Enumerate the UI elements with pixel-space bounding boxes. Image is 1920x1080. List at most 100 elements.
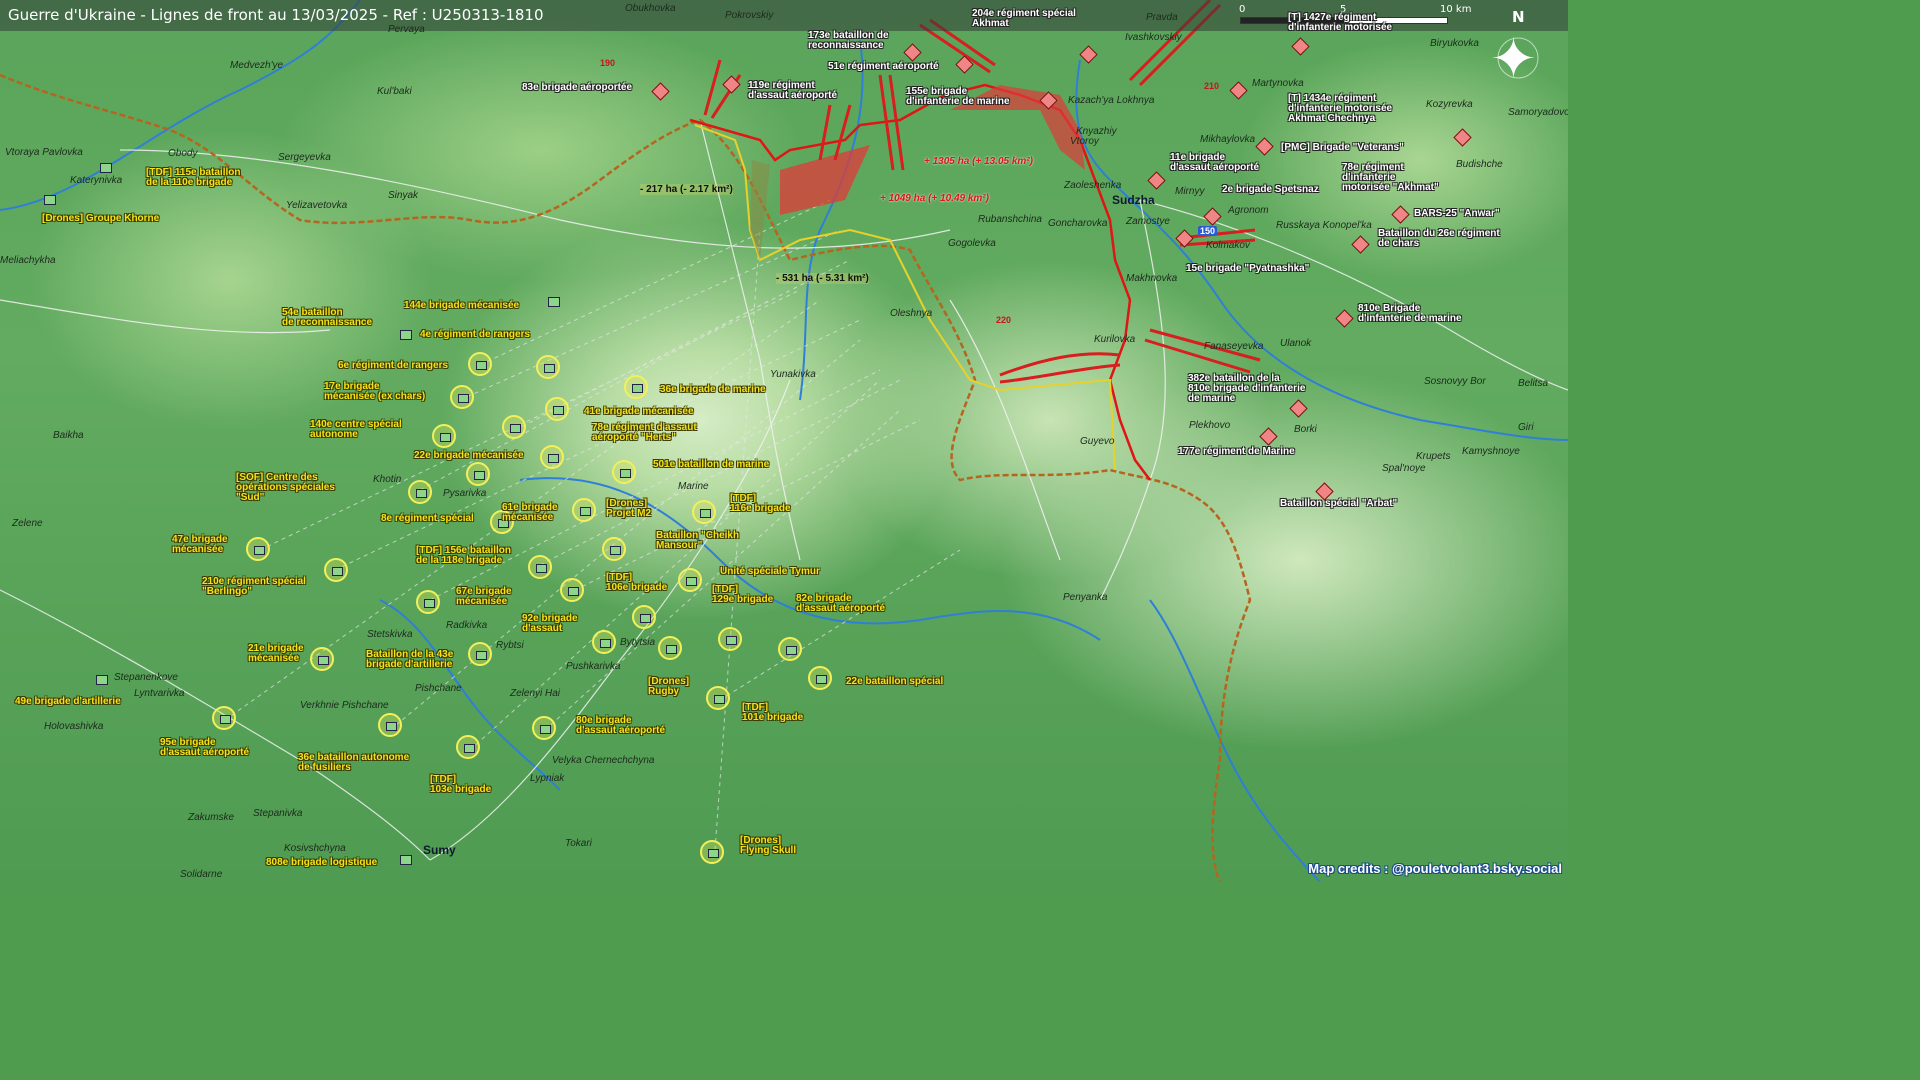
- town-label: Fanaseyevka: [1204, 341, 1264, 352]
- ukrainian-unit-marker-icon: [592, 630, 616, 654]
- town-label: Rubanshchina: [978, 214, 1042, 225]
- ukrainian-unit-marker-icon: [450, 385, 474, 409]
- road-number: 210: [1204, 81, 1220, 91]
- ukrainian-unit-label: [Drones] Flying Skull: [740, 835, 797, 856]
- town-label: Yelizavetovka: [286, 200, 348, 211]
- russian-unit-label: [PMC] Brigade "Veterans": [1281, 142, 1404, 153]
- town-label: Belitsa: [1518, 378, 1549, 389]
- ukrainian-unit-label: 6e régiment de rangers: [338, 360, 449, 371]
- ukrainian-unit-marker-icon: [692, 500, 716, 524]
- ukrainian-unit-marker-icon: [532, 716, 556, 740]
- gain-label: + 1305 ha (+ 13.05 km²): [924, 156, 1033, 167]
- town-label: Solidarne: [180, 869, 223, 880]
- ukrainian-unit-label: Bataillon de la 43e brigade d'artillerie: [366, 649, 454, 670]
- ukrainian-unit-label: 17e brigade mécanisée (ex chars): [324, 381, 426, 402]
- ukrainian-unit-label: 67e brigade mécanisée: [456, 586, 512, 607]
- ukrainian-unit-label: [TDF] 103e brigade: [430, 774, 492, 795]
- ukrainian-unit-label: 4e régiment de rangers: [420, 329, 531, 340]
- town-label: Zelenyi Hai: [510, 688, 561, 699]
- town-label: Kurilovka: [1094, 334, 1136, 345]
- town-label: Khotin: [373, 474, 402, 485]
- town-label: Obukhovka: [625, 3, 676, 14]
- town-label: Lyntvarivka: [134, 688, 185, 699]
- ukrainian-unit-marker-icon: [540, 445, 564, 469]
- scale-label-0: 0: [1239, 4, 1246, 15]
- ukrainian-unit-marker-icon: [246, 537, 270, 561]
- ukrainian-unit-marker-icon: [212, 706, 236, 730]
- russian-unit-label: 119e régiment d'assaut aéroporté: [748, 80, 838, 101]
- ukrainian-unit-flag-icon: [400, 855, 412, 865]
- ukrainian-unit-label: 95e brigade d'assaut aéroporté: [160, 737, 250, 758]
- ukrainian-unit-label: 80e brigade d'assaut aéroporté: [576, 715, 666, 736]
- russian-unit-label: 2e brigade Spetsnaz: [1222, 184, 1319, 195]
- ukrainian-unit-marker-icon: [408, 480, 432, 504]
- town-label: Zelene: [12, 518, 43, 529]
- town-label: Giri: [1518, 422, 1534, 433]
- ukrainian-unit-marker-icon: [572, 498, 596, 522]
- town-label: Ivashkovskiy: [1125, 32, 1182, 43]
- map-credits: Map credits : @pouletvolant3.bsky.social: [1308, 861, 1562, 876]
- ukrainian-gain-area-west: [750, 160, 770, 260]
- ukrainian-unit-label: [TDF] 129e brigade: [712, 584, 774, 605]
- ukrainian-unit-flag-icon: [44, 195, 56, 205]
- ukrainian-unit-label: 8e régiment spécial: [381, 513, 474, 524]
- ukrainian-unit-label: 210e régiment spécial "Berlingo": [202, 576, 306, 597]
- ukrainian-unit-label: 144e brigade mécanisée: [404, 300, 520, 311]
- russian-unit-label: [T] 1434e régiment d'infanterie motorisé…: [1288, 93, 1393, 124]
- ukrainian-unit-label: 49e brigade d'artillerie: [15, 696, 121, 707]
- town-label: Meliachykha: [0, 255, 56, 266]
- ukrainian-unit-marker-icon: [310, 647, 334, 671]
- compass-rose-icon: ✦: [1490, 27, 1537, 92]
- loss-label: - 531 ha (- 5.31 km²): [776, 273, 869, 284]
- road-number: 220: [996, 315, 1012, 325]
- russian-unit-label: 177e régiment de Marine: [1178, 446, 1295, 457]
- town-label: Pysarivka: [443, 488, 487, 499]
- ukrainian-unit-label: 22e bataillon spécial: [846, 676, 944, 687]
- ukrainian-unit-label: 92e brigade d'assaut: [522, 613, 578, 634]
- russian-unit-label: BARS-25 "Anwar": [1414, 208, 1500, 219]
- russian-unit-label: 173e bataillon de reconnaissance: [808, 30, 889, 51]
- town-label: Kamyshnoye: [1462, 446, 1520, 457]
- town-label: Pushkarivka: [566, 661, 621, 672]
- loss-label: - 217 ha (- 2.17 km²): [640, 184, 733, 195]
- ukrainian-unit-marker-icon: [678, 568, 702, 592]
- ukrainian-unit-flag-icon: [400, 330, 412, 340]
- town-label: Plekhovo: [1189, 420, 1231, 431]
- ukrainian-unit-label: 78e régiment d'assaut aéroporté "Herts": [592, 422, 697, 443]
- town-label: Spal'noye: [1382, 463, 1426, 474]
- town-label: Tokari: [565, 838, 592, 849]
- scale-label-10: 10 km: [1440, 4, 1472, 15]
- town-label: Kolmakov: [1206, 240, 1250, 251]
- town-label: Pervaya: [388, 24, 425, 35]
- town-label: Borki: [1294, 424, 1317, 435]
- ukrainian-unit-marker-icon: [536, 355, 560, 379]
- russian-gain-area-west: [780, 145, 870, 215]
- russian-unit-label: 204e régiment spécial Akhmat: [972, 8, 1076, 29]
- town-label: Vtoraya Pavlovka: [5, 147, 83, 158]
- town-label: Gogolevka: [948, 238, 996, 249]
- town-label: Stetskivka: [367, 629, 413, 640]
- town-label: Sosnovyy Bor: [1424, 376, 1486, 387]
- town-label: Stepanivka: [253, 808, 303, 819]
- town-label: Holovashivka: [44, 721, 104, 732]
- russian-unit-label: 382e bataillon de la 810e brigade d'infa…: [1188, 373, 1306, 404]
- town-label: Kazach'ya Lokhnya: [1068, 95, 1155, 106]
- ukrainian-unit-marker-icon: [378, 713, 402, 737]
- ukrainian-unit-label: 501e bataillon de marine: [653, 459, 770, 470]
- town-label: Zakumske: [188, 812, 235, 823]
- town-label: Zamostye: [1126, 216, 1170, 227]
- ukrainian-unit-marker-icon: [468, 352, 492, 376]
- ukrainian-unit-label: Unité spéciale Tymur: [720, 566, 820, 577]
- ukrainian-unit-marker-icon: [706, 686, 730, 710]
- russian-unit-label: 83e brigade aéroportée: [522, 82, 633, 93]
- town-label: Mirnyy: [1175, 186, 1205, 197]
- russian-unit-label: 810e Brigade d'infanterie de marine: [1358, 303, 1462, 324]
- ukrainian-unit-label: 21e brigade mécanisée: [248, 643, 304, 664]
- town-label: Rybtsi: [496, 640, 524, 651]
- town-label: Sinyak: [388, 190, 419, 201]
- ukrainian-unit-label: [Drones] Groupe Khorne: [42, 213, 160, 224]
- ukrainian-unit-label: [TDF] 156e bataillon de la 118e brigade: [416, 545, 512, 566]
- town-label: Samoryadovo: [1508, 107, 1568, 118]
- road-number: 150: [1198, 226, 1218, 236]
- map-title: Guerre d'Ukraine - Lignes de front au 13…: [8, 6, 544, 24]
